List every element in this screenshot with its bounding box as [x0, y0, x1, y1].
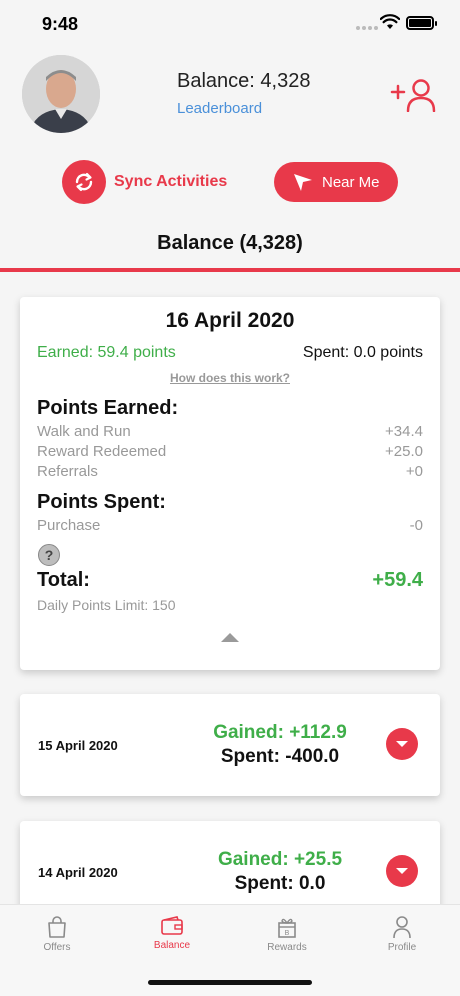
sync-activities-button[interactable]: Sync Activities [62, 160, 227, 204]
add-friend-icon[interactable] [390, 78, 438, 112]
tab-label: Profile [387, 942, 417, 953]
status-bar: 9:48 [0, 0, 460, 50]
tab-profile[interactable]: Profile [352, 915, 452, 953]
earned-row: Referrals +0 [37, 463, 423, 480]
history-gained: Gained: +25.5 [217, 849, 343, 870]
earned-row-value: +0 [405, 463, 423, 480]
how-does-this-work-link[interactable]: How does this work? [20, 371, 440, 385]
today-card: 16 April 2020 Earned: 59.4 points Spent:… [20, 297, 440, 670]
chevron-down-icon [396, 741, 408, 747]
points-earned-heading: Points Earned: [37, 397, 179, 419]
earned-row: Reward Redeemed +25.0 [37, 443, 423, 460]
history-date: 15 April 2020 [38, 738, 118, 753]
sync-icon [62, 160, 106, 204]
sync-activities-label: Sync Activities [114, 173, 228, 190]
help-icon[interactable]: ? [38, 544, 60, 566]
tab-offers[interactable]: Offers [7, 915, 107, 953]
tab-label: Rewards [267, 942, 307, 953]
today-date: 16 April 2020 [165, 309, 295, 332]
spent-row-value: -0 [409, 517, 423, 534]
avatar-photo [22, 55, 100, 133]
spent-row: Purchase -0 [37, 517, 423, 534]
near-me-label: Near Me [322, 173, 380, 191]
daily-limit: Daily Points Limit: 150 [37, 597, 176, 613]
avatar[interactable] [22, 55, 100, 133]
balance-title: Balance: 4,328 [177, 70, 311, 92]
tab-balance[interactable]: Balance [122, 915, 222, 951]
history-gained: Gained: +112.9 [213, 722, 347, 743]
history-card[interactable]: 15 April 2020 Gained: +112.9 Spent: -400… [20, 694, 440, 796]
tab-rewards[interactable]: B Rewards [237, 915, 337, 953]
earned-row-label: Reward Redeemed [37, 443, 167, 460]
earned-row-value: +25.0 [385, 443, 423, 460]
earned-row-value: +34.4 [385, 423, 423, 440]
battery-icon [406, 16, 437, 30]
earned-summary: Earned: 59.4 points [37, 344, 176, 361]
wifi-icon [380, 14, 400, 29]
tab-label: Offers [43, 942, 71, 953]
history-spent: Spent: -400.0 [220, 746, 340, 767]
spent-row-label: Purchase [37, 517, 101, 534]
chevron-down-icon [396, 868, 408, 874]
expand-button[interactable] [386, 728, 418, 760]
signal-icon [356, 26, 378, 30]
svg-text:B: B [285, 930, 290, 937]
person-icon [393, 916, 411, 939]
earned-row: Walk and Run +34.4 [37, 423, 423, 440]
near-me-button[interactable]: Near Me [274, 162, 398, 202]
history-spent: Spent: 0.0 [234, 873, 326, 894]
earned-row-label: Walk and Run [37, 423, 131, 440]
total-label: Total: [37, 569, 90, 591]
points-spent-heading: Points Spent: [37, 491, 166, 513]
gift-icon: B [278, 918, 296, 938]
status-time: 9:48 [42, 14, 79, 34]
divider [0, 268, 460, 272]
page-title: Balance (4,328) [157, 232, 303, 254]
tab-label: Balance [153, 940, 191, 951]
total-value: +59.4 [372, 569, 423, 591]
location-arrow-icon [294, 174, 312, 191]
wallet-icon [161, 916, 183, 935]
expand-button[interactable] [386, 855, 418, 887]
shopping-bag-icon [48, 916, 66, 938]
collapse-icon[interactable] [220, 631, 240, 643]
history-date: 14 April 2020 [38, 865, 118, 880]
leaderboard-link[interactable]: Leaderboard [177, 100, 262, 117]
earned-row-label: Referrals [37, 463, 98, 480]
spent-summary: Spent: 0.0 points [302, 344, 423, 361]
home-indicator[interactable] [148, 980, 312, 985]
